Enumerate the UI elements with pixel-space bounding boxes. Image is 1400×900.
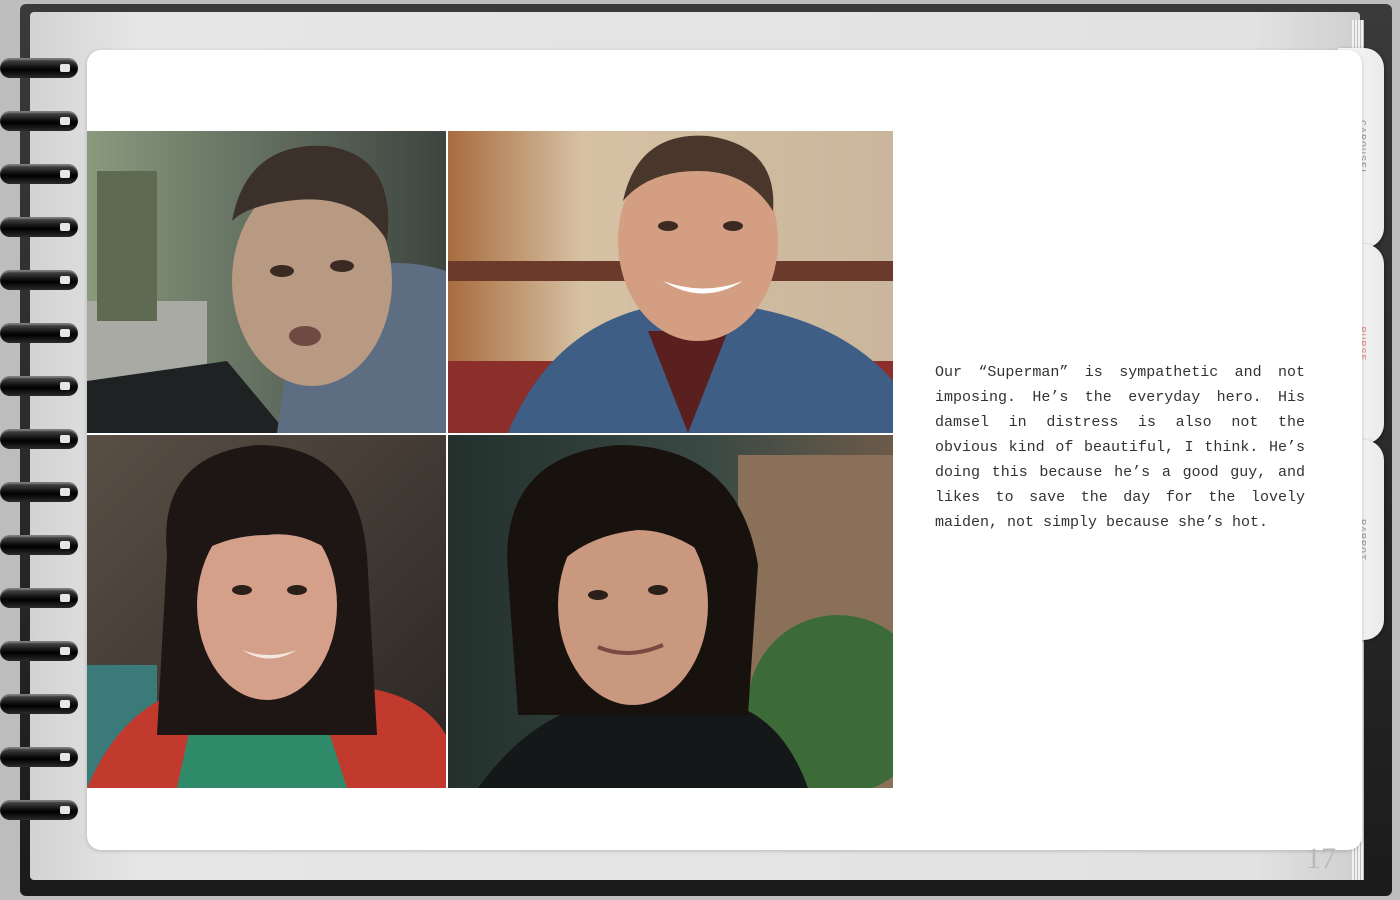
spiral-ring xyxy=(0,164,78,184)
spiral-ring xyxy=(0,641,78,661)
spiral-ring xyxy=(0,217,78,237)
spiral-ring xyxy=(0,800,78,820)
photo-man-in-car-image xyxy=(87,131,446,433)
page-number: 17 xyxy=(1306,842,1336,875)
spiral-ring xyxy=(0,111,78,131)
body-paragraph: Our “Superman” is sympathetic and not im… xyxy=(935,364,1305,531)
spiral-ring xyxy=(0,535,78,555)
photo-woman-in-car-image xyxy=(448,435,893,788)
spiral-ring xyxy=(0,323,78,343)
spiral-ring xyxy=(0,58,78,78)
photo-smiling-man xyxy=(448,131,893,433)
spiral-ring xyxy=(0,376,78,396)
spiral-ring xyxy=(0,694,78,714)
spiral-ring xyxy=(0,482,78,502)
spiral-binding xyxy=(0,58,90,838)
photo-woman-bangs-image xyxy=(87,435,446,788)
spiral-ring xyxy=(0,747,78,767)
spiral-ring xyxy=(0,429,78,449)
spiral-ring xyxy=(0,588,78,608)
photo-smiling-man-image xyxy=(448,131,893,433)
photo-collage xyxy=(87,131,893,788)
photo-woman-in-car xyxy=(448,435,893,788)
spiral-ring xyxy=(0,270,78,290)
photo-woman-bangs xyxy=(87,435,446,788)
photo-man-in-car xyxy=(87,131,446,433)
